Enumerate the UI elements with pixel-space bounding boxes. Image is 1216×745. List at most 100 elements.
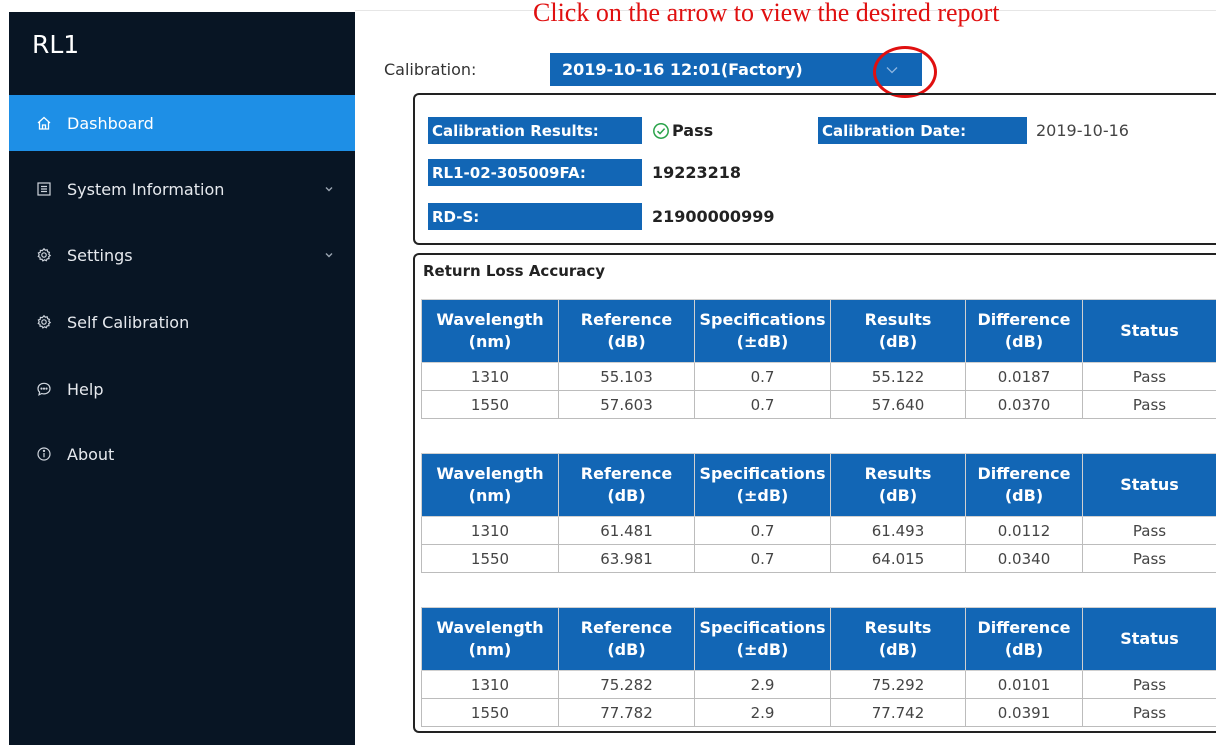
header-status: Status [1082,453,1216,517]
cell-difference: 0.0370 [965,390,1083,419]
cell-results: 55.122 [830,362,966,391]
chevron-down-icon [325,253,333,258]
sidebar-item-label: Help [67,379,104,399]
calibration-selected-value: 2019-10-16 12:01(Factory) [562,60,803,79]
table-row: 1550 57.603 0.7 57.640 0.0370 Pass [421,390,1216,419]
header-specifications: Specifications (±dB) [694,607,831,671]
header-status: Status [1082,607,1216,671]
cell-specifications: 2.9 [694,670,831,699]
cell-results: 57.640 [830,390,966,419]
cell-wavelength: 1550 [421,698,559,727]
check-circle-icon [653,122,669,139]
chevron-down-icon [325,187,333,192]
cell-specifications: 0.7 [694,516,831,545]
sidebar-item-dashboard[interactable]: Dashboard [9,95,355,151]
header-difference: Difference (dB) [965,607,1083,671]
sidebar-item-label: About [67,444,115,464]
cell-specifications: 0.7 [694,544,831,573]
device-serial-value: 19223218 [652,163,742,182]
header-wavelength: Wavelength (nm) [421,453,559,517]
header-reference: Reference (dB) [558,453,695,517]
table-row: 1310 75.282 2.9 75.292 0.0101 Pass [421,670,1216,699]
cell-results: 75.292 [830,670,966,699]
cell-status: Pass [1082,516,1216,545]
cell-specifications: 2.9 [694,698,831,727]
cell-reference: 63.981 [558,544,695,573]
cell-results: 61.493 [830,516,966,545]
cell-wavelength: 1310 [421,362,559,391]
cell-reference: 61.481 [558,516,695,545]
table-row: 1550 77.782 2.9 77.742 0.0391 Pass [421,698,1216,727]
sidebar: RL1 Dashboard System Information Setting… [9,12,355,745]
cell-status: Pass [1082,698,1216,727]
cell-difference: 0.0112 [965,516,1083,545]
header-status: Status [1082,299,1216,363]
gear-icon [33,244,55,266]
cell-reference: 77.782 [558,698,695,727]
header-wavelength: Wavelength (nm) [421,607,559,671]
calibration-date-label: Calibration Date: [818,117,1027,144]
calibration-label: Calibration: [384,60,477,79]
cell-wavelength: 1550 [421,390,559,419]
header-difference: Difference (dB) [965,299,1083,363]
cell-specifications: 0.7 [694,362,831,391]
table-header-row: Wavelength (nm) Reference (dB) Specificati… [421,607,1216,671]
header-specifications: Specifications (±dB) [694,453,831,517]
cell-difference: 0.0101 [965,670,1083,699]
calibration-date-value: 2019-10-16 [1036,121,1129,140]
cell-difference: 0.0340 [965,544,1083,573]
calibration-results-label: Calibration Results: [428,117,642,144]
cell-difference: 0.0187 [965,362,1083,391]
table-row: 1310 55.103 0.7 55.122 0.0187 Pass [421,362,1216,391]
calibration-dropdown[interactable]: 2019-10-16 12:01(Factory) [550,53,922,86]
header-wavelength: Wavelength (nm) [421,299,559,363]
return-loss-table-3: Wavelength (nm) Reference (dB) Specificati… [421,607,1216,727]
cell-reference: 57.603 [558,390,695,419]
calibration-results-value: Pass [652,117,713,144]
pass-text: Pass [672,121,714,140]
home-icon [33,112,55,134]
return-loss-table-1: Wavelength (nm) Reference (dB) Specificati… [421,299,1216,419]
gear-icon [33,311,55,333]
cell-status: Pass [1082,390,1216,419]
sidebar-item-system-information[interactable]: System Information [9,161,355,217]
header-results: Results (dB) [830,453,966,517]
chat-icon [33,378,55,400]
return-loss-title: Return Loss Accuracy [423,262,606,280]
device-serial-label: RL1-02-305009FA: [428,159,642,186]
cell-status: Pass [1082,670,1216,699]
app-title: RL1 [32,30,80,59]
table-header-row: Wavelength (nm) Reference (dB) Specificati… [421,453,1216,517]
sidebar-item-label: System Information [67,179,225,199]
cell-status: Pass [1082,362,1216,391]
sidebar-item-label: Dashboard [67,113,154,133]
rds-label: RD-S: [428,203,642,230]
rds-value: 21900000999 [652,207,775,226]
cell-wavelength: 1310 [421,670,559,699]
cell-results: 77.742 [830,698,966,727]
table-row: 1310 61.481 0.7 61.493 0.0112 Pass [421,516,1216,545]
header-difference: Difference (dB) [965,453,1083,517]
header-specifications: Specifications (±dB) [694,299,831,363]
cell-wavelength: 1550 [421,544,559,573]
table-row: 1550 63.981 0.7 64.015 0.0340 Pass [421,544,1216,573]
cell-wavelength: 1310 [421,516,559,545]
cell-difference: 0.0391 [965,698,1083,727]
cell-reference: 55.103 [558,362,695,391]
sidebar-item-about[interactable]: About [9,426,355,482]
header-results: Results (dB) [830,607,966,671]
highlight-circle [873,46,937,98]
cell-results: 64.015 [830,544,966,573]
sidebar-item-label: Settings [67,245,133,265]
sidebar-item-label: Self Calibration [67,312,190,332]
table-header-row: Wavelength (nm) Reference (dB) Specificati… [421,299,1216,363]
return-loss-table-2: Wavelength (nm) Reference (dB) Specificati… [421,453,1216,573]
cell-reference: 75.282 [558,670,695,699]
sidebar-item-help[interactable]: Help [9,361,355,417]
cell-specifications: 0.7 [694,390,831,419]
sidebar-item-settings[interactable]: Settings [9,227,355,283]
info-icon [33,443,55,465]
header-reference: Reference (dB) [558,299,695,363]
sidebar-item-self-calibration[interactable]: Self Calibration [9,294,355,350]
header-reference: Reference (dB) [558,607,695,671]
